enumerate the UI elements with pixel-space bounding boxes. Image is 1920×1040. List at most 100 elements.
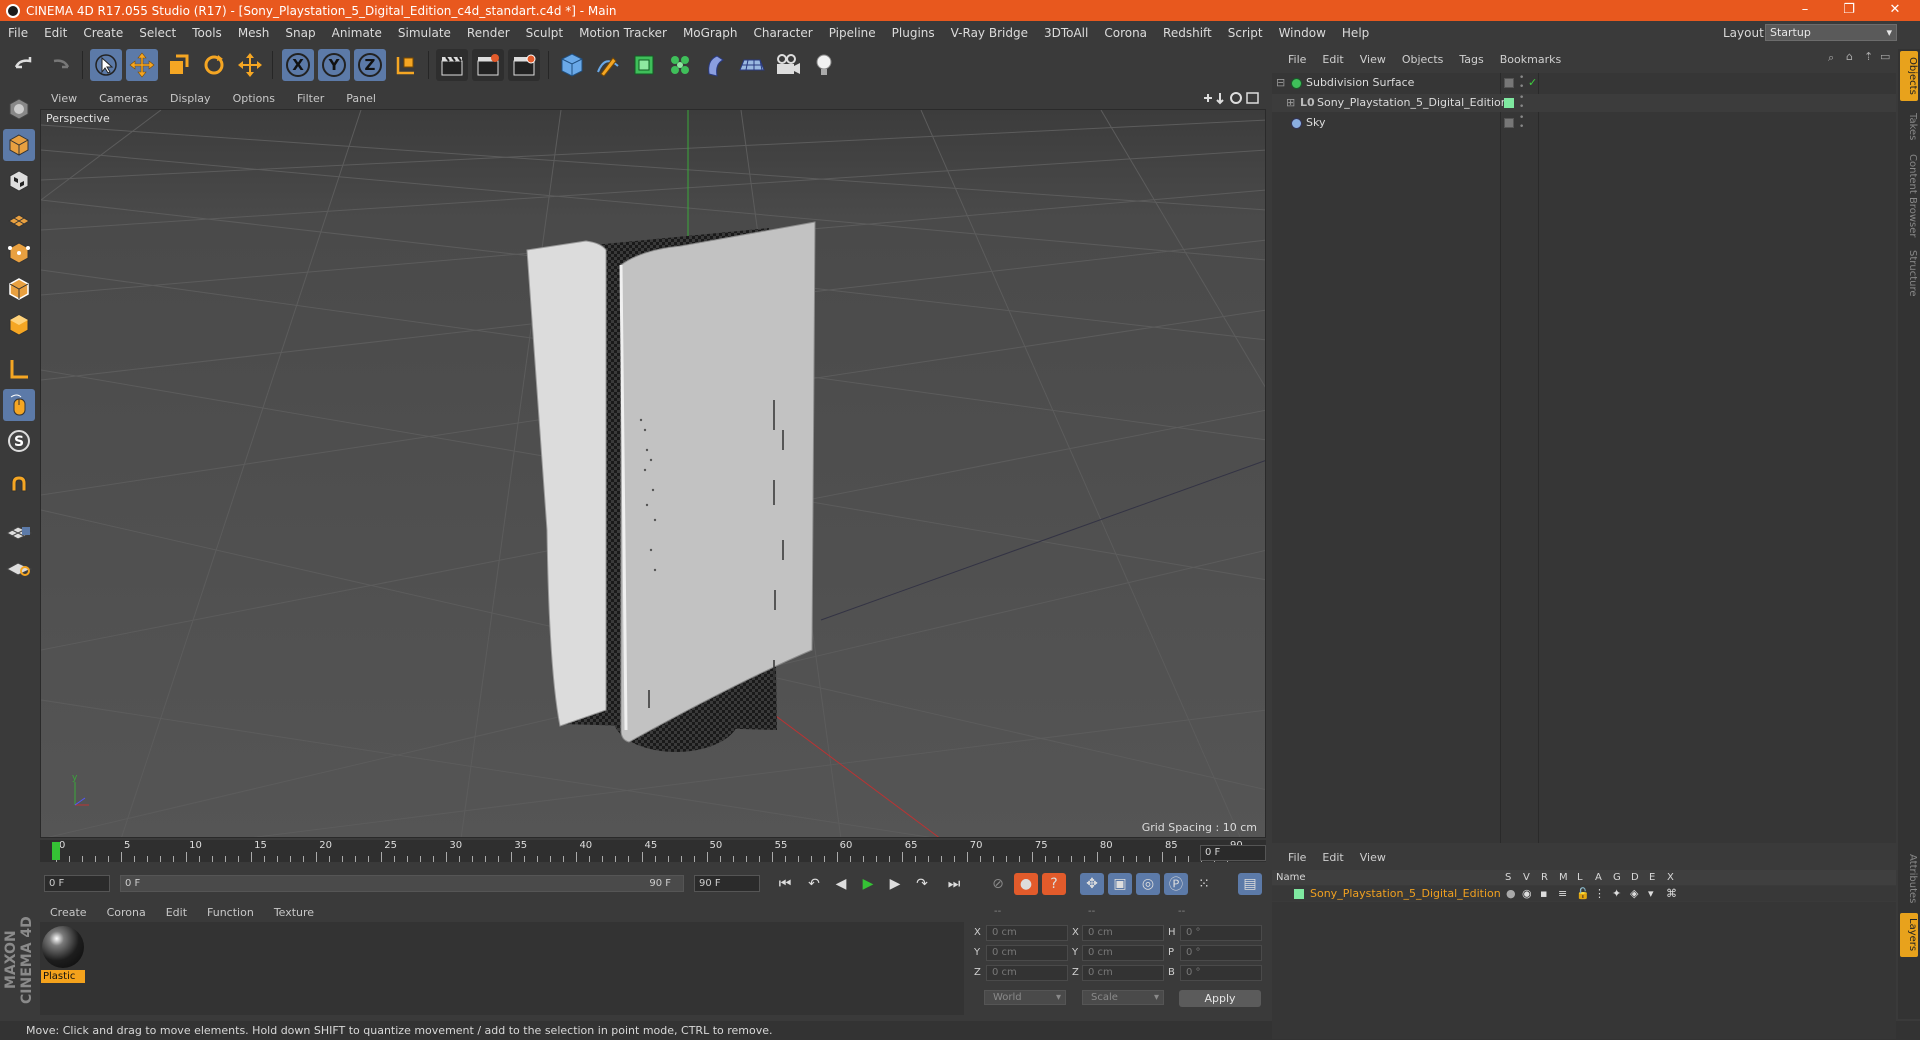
points-mode-button[interactable] — [3, 237, 35, 269]
model-mode-button[interactable] — [3, 129, 35, 161]
apply-button[interactable]: Apply — [1179, 990, 1261, 1007]
go-to-start-button[interactable]: ⏮ — [773, 873, 797, 895]
layer-tag-icon[interactable] — [1504, 118, 1514, 128]
menu-corona[interactable]: Corona — [1096, 21, 1155, 45]
menu-select[interactable]: Select — [131, 21, 184, 45]
layer-col-locked[interactable]: L — [1577, 870, 1583, 885]
viewport-menu-view[interactable]: View — [40, 92, 88, 105]
position-x-field[interactable]: 0 cm — [986, 925, 1068, 941]
add-spline-button[interactable] — [592, 49, 624, 81]
menu-mograph[interactable]: MoGraph — [675, 21, 746, 45]
material-name-label[interactable]: Plastic — [41, 970, 85, 983]
up-arrow-icon[interactable]: ⇡ — [1864, 50, 1873, 63]
viewport-menu-cameras[interactable]: Cameras — [88, 92, 159, 105]
generator-icon[interactable]: ✦ — [1612, 886, 1621, 901]
material-preview-sphere[interactable] — [42, 926, 84, 968]
viewport-menu-panel[interactable]: Panel — [335, 92, 387, 105]
next-frame-button[interactable]: ▶ — [883, 873, 907, 895]
start-frame-field[interactable]: 0 F — [44, 875, 110, 892]
end-frame-field[interactable]: 90 F — [694, 875, 760, 892]
object-name[interactable]: Sky — [1306, 114, 1325, 132]
workplane-align-button[interactable] — [3, 549, 35, 581]
record-keys-button[interactable]: ⊘ — [986, 873, 1010, 895]
key-pla-button[interactable]: ⁙ — [1192, 873, 1216, 895]
viewport-menu-display[interactable]: Display — [159, 92, 222, 105]
layer-color-swatch[interactable] — [1294, 889, 1304, 899]
add-deformer-button[interactable] — [700, 49, 732, 81]
menu-edit[interactable]: Edit — [36, 21, 75, 45]
eye-icon[interactable]: ◉ — [1522, 886, 1532, 901]
3d-viewport[interactable]: y Perspective Grid Spacing : 10 cm — [40, 109, 1266, 838]
viewport-nav-icons[interactable] — [1200, 91, 1262, 105]
menu-plugins[interactable]: Plugins — [884, 21, 943, 45]
visibility-dots-icon[interactable]: • • — [1519, 94, 1524, 112]
add-subdivision-button[interactable] — [628, 49, 660, 81]
menu-pipeline[interactable]: Pipeline — [821, 21, 884, 45]
menu-3dtoall[interactable]: 3DToAll — [1036, 21, 1096, 45]
minimize-button[interactable]: – — [1782, 0, 1828, 21]
menu-mesh[interactable]: Mesh — [230, 21, 278, 45]
viewport-menu-filter[interactable]: Filter — [286, 92, 335, 105]
menu-sculpt[interactable]: Sculpt — [518, 21, 571, 45]
tab-objects[interactable]: Objects — [1900, 51, 1918, 101]
render-settings-button[interactable] — [508, 49, 540, 81]
live-selection-button[interactable] — [90, 49, 122, 81]
timeline-window-button[interactable]: ▤ — [1238, 873, 1262, 895]
layer-col-deformers[interactable]: D — [1631, 870, 1639, 885]
object-row-sky[interactable]: Sky • • — [1272, 114, 1896, 132]
material-list[interactable] — [40, 922, 964, 1015]
frame-range-slider[interactable]: 0 F 90 F — [120, 875, 684, 892]
menu-vray-bridge[interactable]: V-Ray Bridge — [943, 21, 1036, 45]
rotation-h-field[interactable]: 0 ° — [1180, 925, 1262, 941]
menu-motion-tracker[interactable]: Motion Tracker — [571, 21, 675, 45]
scale-tool-button[interactable] — [162, 49, 194, 81]
redo-button[interactable] — [44, 49, 76, 81]
recent-tool-button[interactable] — [234, 49, 266, 81]
x-axis-lock-button[interactable]: X — [282, 49, 314, 81]
render-picture-viewer-button[interactable] — [472, 49, 504, 81]
solo-dot-icon[interactable]: ● — [1506, 886, 1516, 901]
current-frame-field[interactable]: 0 F — [1200, 845, 1266, 861]
rotate-tool-button[interactable] — [198, 49, 230, 81]
previous-frame-button[interactable]: ◀ — [829, 873, 853, 895]
polygons-mode-button[interactable] — [3, 309, 35, 341]
visibility-dots-icon[interactable]: • • — [1519, 74, 1524, 92]
xref-icon[interactable]: ⌘ — [1666, 886, 1677, 901]
material-menu-create[interactable]: Create — [40, 906, 97, 919]
timeline-ruler[interactable]: 051015202530354045505560657075808590 — [40, 840, 1266, 862]
visibility-dots-icon[interactable]: • • — [1519, 114, 1524, 132]
add-cube-button[interactable] — [556, 49, 588, 81]
material-menu-texture[interactable]: Texture — [264, 906, 324, 919]
play-button[interactable]: ▶ — [856, 873, 880, 895]
menu-script[interactable]: Script — [1220, 21, 1271, 45]
menu-window[interactable]: Window — [1271, 21, 1334, 45]
expand-icon[interactable]: ⊞ — [1286, 94, 1295, 112]
material-menu-function[interactable]: Function — [197, 906, 264, 919]
make-editable-button[interactable] — [3, 93, 35, 125]
object-name[interactable]: Sony_Playstation_5_Digital_Edition — [1317, 94, 1508, 112]
layer-color-swatch[interactable] — [1504, 98, 1514, 108]
tab-attributes[interactable]: Attributes — [1900, 849, 1918, 909]
size-mode-select[interactable]: Scale ▾ — [1082, 990, 1164, 1005]
layer-name-header[interactable]: Name — [1276, 870, 1306, 885]
key-parameter-button[interactable]: Ⓟ — [1164, 873, 1188, 895]
object-name[interactable]: Subdivision Surface — [1306, 74, 1414, 92]
add-environment-button[interactable] — [736, 49, 768, 81]
workplane-mode-button[interactable] — [3, 201, 35, 233]
layer-tag-icon[interactable] — [1504, 78, 1514, 88]
animation-icon[interactable]: ⋮ — [1594, 886, 1605, 901]
snap-toggle-button[interactable] — [3, 469, 35, 501]
next-key-button[interactable]: ↷ — [910, 873, 934, 895]
layer-col-expressions[interactable]: E — [1649, 870, 1655, 885]
coordinate-system-button[interactable] — [390, 49, 422, 81]
om-menu-file[interactable]: File — [1280, 53, 1314, 66]
manager-icon[interactable]: ≡ — [1558, 886, 1567, 901]
key-rotation-button[interactable]: ◎ — [1136, 873, 1160, 895]
om-menu-view[interactable]: View — [1352, 53, 1394, 66]
material-menu-edit[interactable]: Edit — [156, 906, 197, 919]
object-row-subdivision[interactable]: ⊟ Subdivision Surface • • ✓ — [1272, 74, 1896, 92]
layer-col-solo[interactable]: S — [1505, 870, 1511, 885]
lm-menu-file[interactable]: File — [1280, 851, 1314, 864]
lm-menu-view[interactable]: View — [1352, 851, 1394, 864]
layer-name[interactable]: Sony_Playstation_5_Digital_Edition — [1310, 886, 1501, 901]
